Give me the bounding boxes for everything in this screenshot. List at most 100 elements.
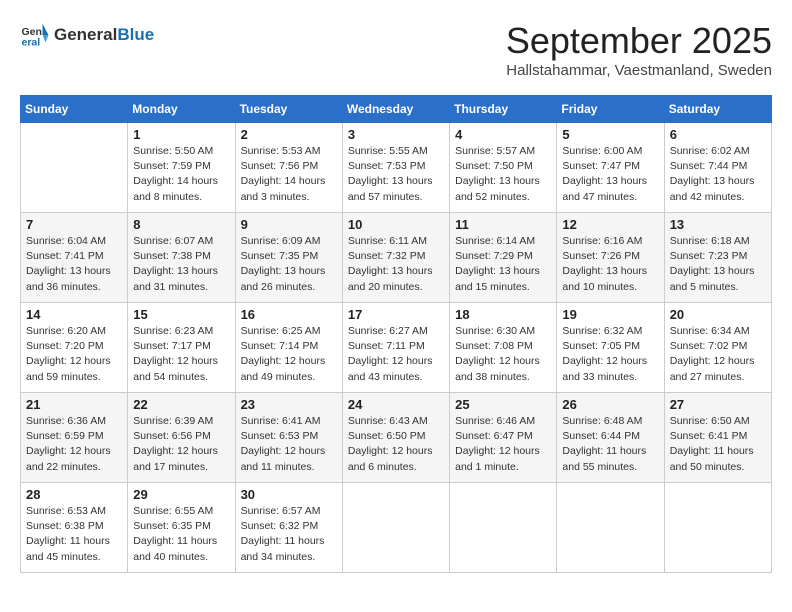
location-subtitle: Hallstahammar, Vaestmanland, Sweden [506, 62, 772, 79]
day-number: 25 [455, 397, 551, 412]
calendar-day-cell: 5 Sunrise: 6:00 AM Sunset: 7:47 PM Daylig… [557, 123, 664, 213]
day-info: Sunrise: 6:23 AM Sunset: 7:17 PM Dayligh… [133, 324, 229, 385]
day-info: Sunrise: 6:46 AM Sunset: 6:47 PM Dayligh… [455, 414, 551, 475]
day-info: Sunrise: 6:50 AM Sunset: 6:41 PM Dayligh… [670, 414, 766, 475]
day-info: Sunrise: 6:14 AM Sunset: 7:29 PM Dayligh… [455, 234, 551, 295]
day-number: 22 [133, 397, 229, 412]
day-info: Sunrise: 5:53 AM Sunset: 7:56 PM Dayligh… [241, 144, 337, 205]
weekday-header-thursday: Thursday [450, 96, 557, 123]
day-number: 27 [670, 397, 766, 412]
calendar-week-row: 1Sunrise: 5:50 AM Sunset: 7:59 PM Daylig… [21, 123, 772, 213]
logo-text: GeneralBlue [54, 25, 154, 45]
title-section: September 2025 Hallstahammar, Vaestmanla… [506, 20, 772, 79]
weekday-header-sunday: Sunday [21, 96, 128, 123]
logo: Gen eral GeneralBlue [20, 20, 154, 50]
day-number: 12 [562, 217, 658, 232]
day-info: Sunrise: 6:16 AM Sunset: 7:26 PM Dayligh… [562, 234, 658, 295]
day-info: Sunrise: 6:34 AM Sunset: 7:02 PM Dayligh… [670, 324, 766, 385]
calendar-day-cell: 7 Sunrise: 6:04 AM Sunset: 7:41 PM Daylig… [21, 213, 128, 303]
day-number: 23 [241, 397, 337, 412]
weekday-header-friday: Friday [557, 96, 664, 123]
day-info: Sunrise: 6:25 AM Sunset: 7:14 PM Dayligh… [241, 324, 337, 385]
day-number: 19 [562, 307, 658, 322]
calendar-day-cell: 9 Sunrise: 6:09 AM Sunset: 7:35 PM Daylig… [235, 213, 342, 303]
month-title: September 2025 [506, 20, 772, 62]
calendar-day-cell: 22Sunrise: 6:39 AM Sunset: 6:56 PM Dayli… [128, 393, 235, 483]
calendar-day-cell: 16 Sunrise: 6:25 AM Sunset: 7:14 PM Dayli… [235, 303, 342, 393]
page-header: Gen eral GeneralBlue September 2025 Hall… [20, 20, 772, 79]
day-info: Sunrise: 6:20 AM Sunset: 7:20 PM Dayligh… [26, 324, 122, 385]
calendar-day-cell: 19 Sunrise: 6:32 AM Sunset: 7:05 PM Dayli… [557, 303, 664, 393]
calendar-week-row: 21 Sunrise: 6:36 AM Sunset: 6:59 PM Dayli… [21, 393, 772, 483]
day-number: 5 [562, 127, 658, 142]
day-number: 10 [348, 217, 444, 232]
calendar-week-row: 7 Sunrise: 6:04 AM Sunset: 7:41 PM Daylig… [21, 213, 772, 303]
day-info: Sunrise: 6:43 AM Sunset: 6:50 PM Dayligh… [348, 414, 444, 475]
day-info: Sunrise: 6:07 AM Sunset: 7:38 PM Dayligh… [133, 234, 229, 295]
calendar-day-cell: 4Sunrise: 5:57 AM Sunset: 7:50 PM Daylig… [450, 123, 557, 213]
calendar-day-cell: 26Sunrise: 6:48 AM Sunset: 6:44 PM Dayli… [557, 393, 664, 483]
day-info: Sunrise: 6:30 AM Sunset: 7:08 PM Dayligh… [455, 324, 551, 385]
day-number: 30 [241, 487, 337, 502]
day-info: Sunrise: 6:55 AM Sunset: 6:35 PM Dayligh… [133, 504, 229, 565]
empty-cell [557, 483, 664, 573]
logo-blue: Blue [117, 25, 154, 44]
calendar-week-row: 28 Sunrise: 6:53 AM Sunset: 6:38 PM Dayli… [21, 483, 772, 573]
calendar-day-cell: 11 Sunrise: 6:14 AM Sunset: 7:29 PM Dayli… [450, 213, 557, 303]
calendar-table: SundayMondayTuesdayWednesdayThursdayFrid… [20, 95, 772, 573]
calendar-day-cell: 15 Sunrise: 6:23 AM Sunset: 7:17 PM Dayli… [128, 303, 235, 393]
calendar-day-cell: 17 Sunrise: 6:27 AM Sunset: 7:11 PM Dayli… [342, 303, 449, 393]
calendar-day-cell: 25 Sunrise: 6:46 AM Sunset: 6:47 PM Dayli… [450, 393, 557, 483]
calendar-day-cell: 27 Sunrise: 6:50 AM Sunset: 6:41 PM Dayli… [664, 393, 771, 483]
logo-general: General [54, 25, 117, 44]
day-info: Sunrise: 5:57 AM Sunset: 7:50 PM Dayligh… [455, 144, 551, 205]
calendar-day-cell: 2 Sunrise: 5:53 AM Sunset: 7:56 PM Daylig… [235, 123, 342, 213]
calendar-day-cell: 3Sunrise: 5:55 AM Sunset: 7:53 PM Daylig… [342, 123, 449, 213]
day-info: Sunrise: 6:36 AM Sunset: 6:59 PM Dayligh… [26, 414, 122, 475]
day-number: 29 [133, 487, 229, 502]
day-info: Sunrise: 5:55 AM Sunset: 7:53 PM Dayligh… [348, 144, 444, 205]
day-number: 26 [562, 397, 658, 412]
weekday-header-tuesday: Tuesday [235, 96, 342, 123]
general-blue-logo-icon: Gen eral [20, 20, 50, 50]
svg-text:eral: eral [22, 37, 41, 49]
day-info: Sunrise: 6:27 AM Sunset: 7:11 PM Dayligh… [348, 324, 444, 385]
calendar-day-cell: 29 Sunrise: 6:55 AM Sunset: 6:35 PM Dayli… [128, 483, 235, 573]
day-info: Sunrise: 6:41 AM Sunset: 6:53 PM Dayligh… [241, 414, 337, 475]
calendar-week-row: 14Sunrise: 6:20 AM Sunset: 7:20 PM Dayli… [21, 303, 772, 393]
day-info: Sunrise: 6:18 AM Sunset: 7:23 PM Dayligh… [670, 234, 766, 295]
day-number: 24 [348, 397, 444, 412]
day-info: Sunrise: 6:02 AM Sunset: 7:44 PM Dayligh… [670, 144, 766, 205]
calendar-day-cell: 14Sunrise: 6:20 AM Sunset: 7:20 PM Dayli… [21, 303, 128, 393]
weekday-header-monday: Monday [128, 96, 235, 123]
day-number: 28 [26, 487, 122, 502]
day-number: 21 [26, 397, 122, 412]
day-number: 11 [455, 217, 551, 232]
calendar-day-cell: 23 Sunrise: 6:41 AM Sunset: 6:53 PM Dayli… [235, 393, 342, 483]
day-number: 9 [241, 217, 337, 232]
day-info: Sunrise: 6:53 AM Sunset: 6:38 PM Dayligh… [26, 504, 122, 565]
day-number: 20 [670, 307, 766, 322]
day-number: 15 [133, 307, 229, 322]
day-number: 17 [348, 307, 444, 322]
day-number: 13 [670, 217, 766, 232]
day-info: Sunrise: 6:00 AM Sunset: 7:47 PM Dayligh… [562, 144, 658, 205]
day-info: Sunrise: 5:50 AM Sunset: 7:59 PM Dayligh… [133, 144, 229, 205]
calendar-day-cell: 24 Sunrise: 6:43 AM Sunset: 6:50 PM Dayli… [342, 393, 449, 483]
day-number: 16 [241, 307, 337, 322]
day-info: Sunrise: 6:09 AM Sunset: 7:35 PM Dayligh… [241, 234, 337, 295]
calendar-day-cell: 13 Sunrise: 6:18 AM Sunset: 7:23 PM Dayli… [664, 213, 771, 303]
calendar-day-cell: 20 Sunrise: 6:34 AM Sunset: 7:02 PM Dayli… [664, 303, 771, 393]
calendar-day-cell: 18 Sunrise: 6:30 AM Sunset: 7:08 PM Dayli… [450, 303, 557, 393]
calendar-day-cell: 30Sunrise: 6:57 AM Sunset: 6:32 PM Dayli… [235, 483, 342, 573]
empty-cell [664, 483, 771, 573]
day-info: Sunrise: 6:11 AM Sunset: 7:32 PM Dayligh… [348, 234, 444, 295]
day-info: Sunrise: 6:04 AM Sunset: 7:41 PM Dayligh… [26, 234, 122, 295]
empty-cell [21, 123, 128, 213]
day-number: 8 [133, 217, 229, 232]
day-number: 7 [26, 217, 122, 232]
day-number: 2 [241, 127, 337, 142]
day-number: 18 [455, 307, 551, 322]
day-info: Sunrise: 6:32 AM Sunset: 7:05 PM Dayligh… [562, 324, 658, 385]
calendar-day-cell: 8 Sunrise: 6:07 AM Sunset: 7:38 PM Daylig… [128, 213, 235, 303]
